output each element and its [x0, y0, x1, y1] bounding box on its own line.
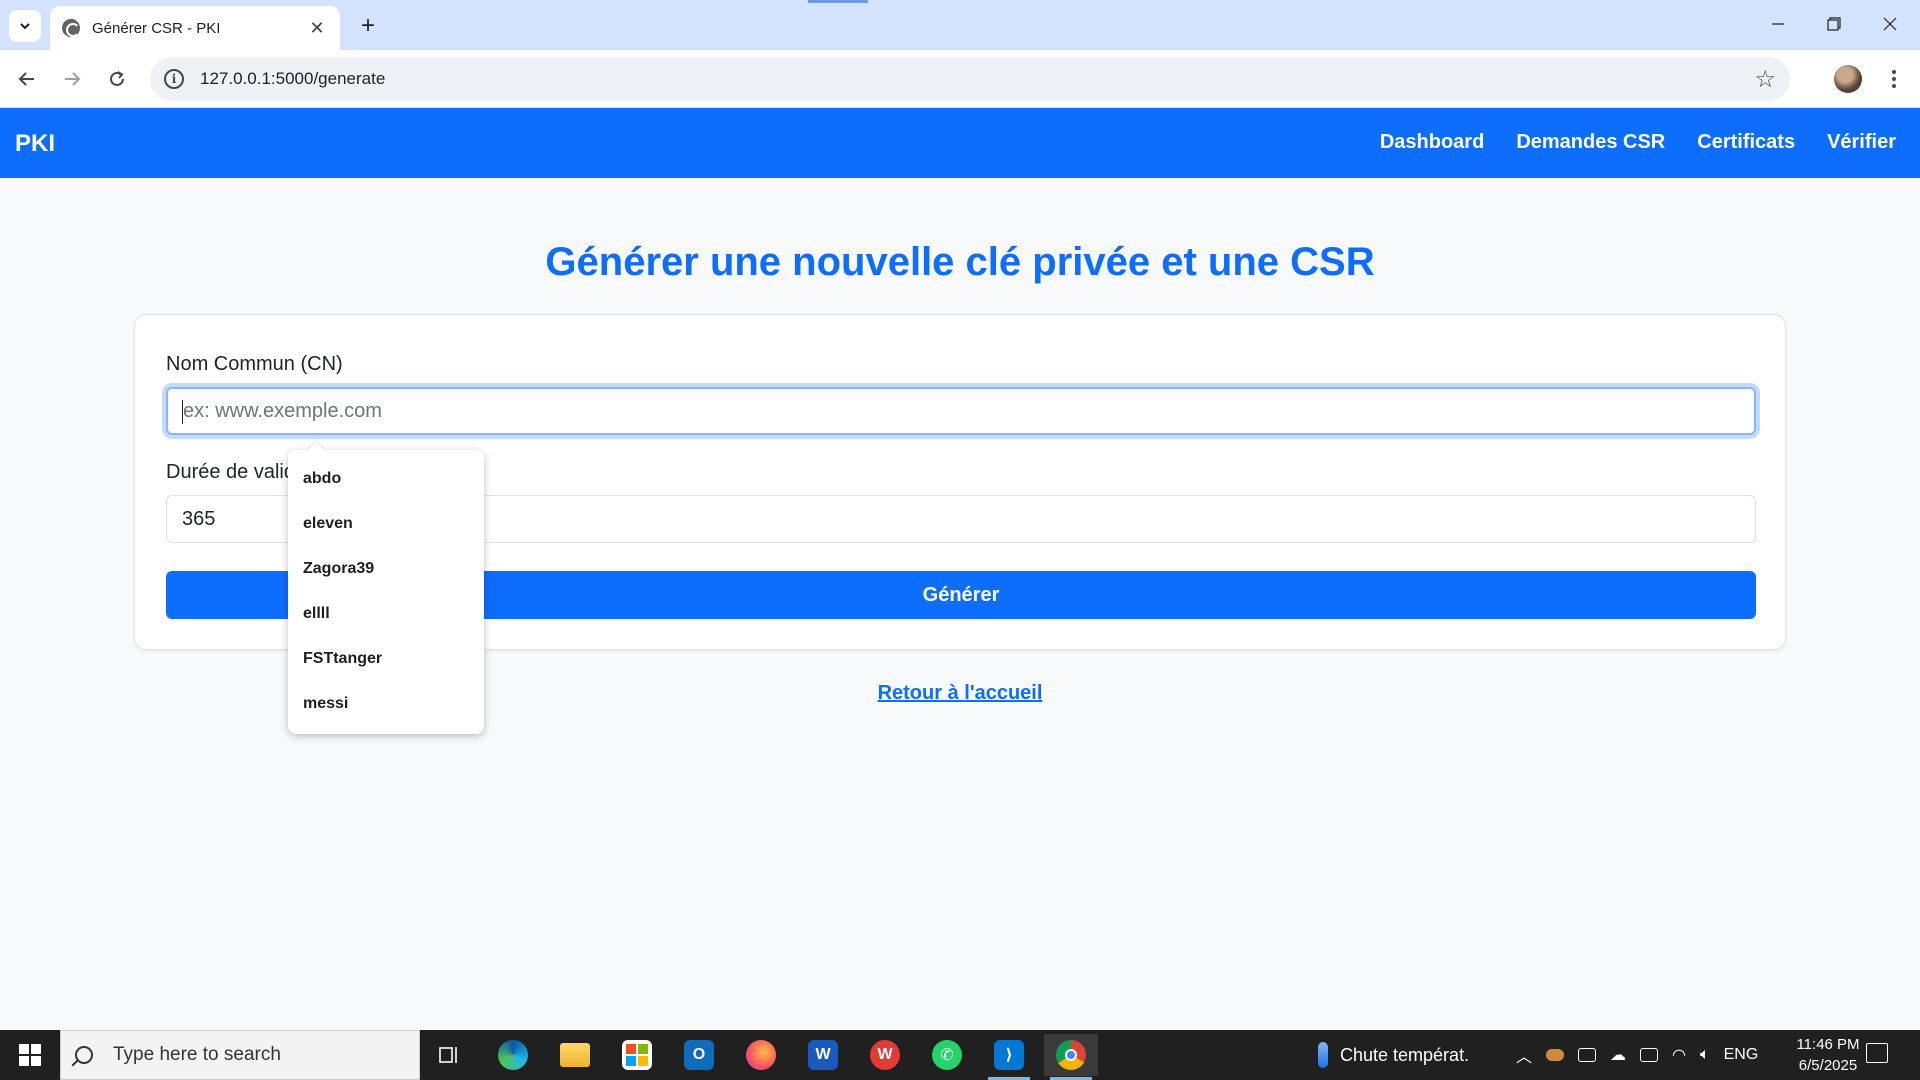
taskbar-search[interactable]: Type here to search — [60, 1030, 420, 1080]
thermometer-icon — [1318, 1042, 1328, 1068]
taskbar-search-placeholder: Type here to search — [113, 1044, 281, 1065]
reload-button[interactable] — [99, 61, 135, 97]
browser-tab-active[interactable]: Générer CSR - PKI ✕ — [50, 6, 340, 50]
chevron-down-icon — [20, 23, 30, 30]
arrow-right-icon — [65, 72, 81, 86]
word-app[interactable]: W — [796, 1034, 850, 1076]
restore-icon — [1827, 17, 1841, 31]
back-to-home-link[interactable]: Retour à l'accueil — [878, 682, 1043, 704]
search-icon — [75, 1046, 93, 1064]
meet-now-icon[interactable] — [1578, 1048, 1597, 1062]
site-info-icon[interactable]: i — [164, 69, 184, 89]
tab-loading-indicator — [808, 0, 868, 3]
page-title: Générer une nouvelle clé privée et une C… — [545, 240, 1375, 284]
windows-logo-icon — [19, 1044, 41, 1066]
bookmark-star-icon[interactable]: ☆ — [1754, 65, 1776, 94]
edge-app[interactable] — [486, 1034, 540, 1076]
arrow-left-icon — [18, 72, 34, 86]
whatsapp-app[interactable]: ✆ — [920, 1034, 974, 1076]
globe-icon — [62, 19, 80, 37]
top-navbar: PKI Dashboard Demandes CSR Certificats V… — [0, 108, 1920, 178]
folder-icon — [560, 1043, 590, 1067]
outlook-app[interactable]: O — [672, 1034, 726, 1076]
close-window-button[interactable] — [1862, 0, 1918, 48]
close-icon[interactable]: ✕ — [306, 18, 328, 39]
wps-office-icon: W — [870, 1040, 900, 1070]
address-bar[interactable]: i 127.0.0.1:5000/generate ☆ — [150, 57, 1790, 101]
battery-icon[interactable] — [1640, 1048, 1659, 1062]
autocomplete-item[interactable]: Zagora39 — [288, 546, 484, 591]
chevron-up-icon[interactable]: ︿ — [1516, 1043, 1532, 1067]
back-button[interactable] — [9, 61, 45, 97]
app-tray-icon[interactable] — [1546, 1049, 1565, 1061]
cn-label: Nom Commun (CN) — [166, 353, 343, 375]
browser-tabstrip: Générer CSR - PKI ✕ + — [0, 0, 1920, 50]
tab-title: Générer CSR - PKI — [92, 19, 221, 37]
notification-center-icon[interactable] — [1866, 1043, 1888, 1063]
page-content: PKI Dashboard Demandes CSR Certificats V… — [0, 108, 1920, 1030]
autocomplete-item[interactable]: eleven — [288, 501, 484, 546]
language-indicator[interactable]: ENG — [1724, 1046, 1759, 1064]
firefox-app[interactable] — [734, 1034, 788, 1076]
task-view-icon — [439, 1047, 457, 1063]
navbar-links: Dashboard Demandes CSR Certificats Vérif… — [1380, 131, 1896, 154]
nav-link-demandes-csr[interactable]: Demandes CSR — [1516, 131, 1665, 154]
cn-input[interactable] — [166, 387, 1756, 435]
system-tray: ︿ ☁ ◠ 🔈︎ ENG — [1516, 1030, 1758, 1080]
reload-icon — [110, 71, 124, 86]
firefox-icon — [746, 1040, 776, 1070]
chrome-icon — [1056, 1040, 1086, 1070]
autocomplete-item[interactable]: FSTtanger — [288, 636, 484, 681]
windows-taskbar: Type here to search O W W ✆ ⟩ Chute temp… — [0, 1030, 1920, 1080]
store-icon — [622, 1040, 652, 1070]
nav-link-certificats[interactable]: Certificats — [1697, 131, 1795, 154]
url-text: 127.0.0.1:5000/generate — [200, 69, 386, 88]
navbar-brand[interactable]: PKI — [15, 130, 55, 158]
minimize-icon — [1772, 23, 1784, 25]
volume-icon[interactable]: 🔈︎ — [1700, 1046, 1710, 1064]
start-button[interactable] — [0, 1030, 60, 1080]
browser-toolbar: i 127.0.0.1:5000/generate ☆ — [0, 50, 1920, 108]
word-icon: W — [808, 1040, 838, 1070]
file-explorer-app[interactable] — [548, 1034, 602, 1076]
weather-text: Chute températ. — [1340, 1044, 1470, 1065]
edge-icon — [498, 1040, 528, 1070]
vscode-icon: ⟩ — [994, 1040, 1024, 1070]
browser-menu-icon[interactable] — [1880, 63, 1908, 95]
autocomplete-item[interactable]: ellll — [288, 591, 484, 636]
minimize-button[interactable] — [1750, 0, 1806, 48]
microsoft-store-app[interactable] — [610, 1034, 664, 1076]
vscode-app[interactable]: ⟩ — [982, 1034, 1036, 1080]
autocomplete-item[interactable]: messi — [288, 681, 484, 726]
autocomplete-item[interactable]: abdo — [288, 456, 484, 501]
weather-widget[interactable]: Chute températ. — [1318, 1030, 1469, 1080]
nav-link-verifier[interactable]: Vérifier — [1827, 131, 1896, 154]
outlook-icon: O — [684, 1040, 714, 1070]
whatsapp-icon: ✆ — [932, 1040, 962, 1070]
onedrive-cloud-icon[interactable]: ☁ — [1610, 1045, 1626, 1065]
nav-link-dashboard[interactable]: Dashboard — [1380, 131, 1484, 154]
profile-avatar[interactable] — [1834, 65, 1862, 93]
wps-office-app[interactable]: W — [858, 1034, 912, 1076]
restore-button[interactable] — [1806, 0, 1862, 48]
forward-button[interactable] — [54, 61, 90, 97]
task-view-button[interactable] — [422, 1034, 476, 1076]
tab-search-button[interactable] — [9, 10, 41, 42]
text-caret — [182, 400, 183, 424]
wifi-icon[interactable]: ◠ — [1672, 1045, 1686, 1065]
close-icon — [1883, 17, 1897, 31]
chrome-app[interactable] — [1044, 1034, 1098, 1080]
new-tab-button[interactable]: + — [352, 10, 384, 42]
autocomplete-dropdown: abdo eleven Zagora39 ellll FSTtanger mes… — [288, 450, 484, 734]
